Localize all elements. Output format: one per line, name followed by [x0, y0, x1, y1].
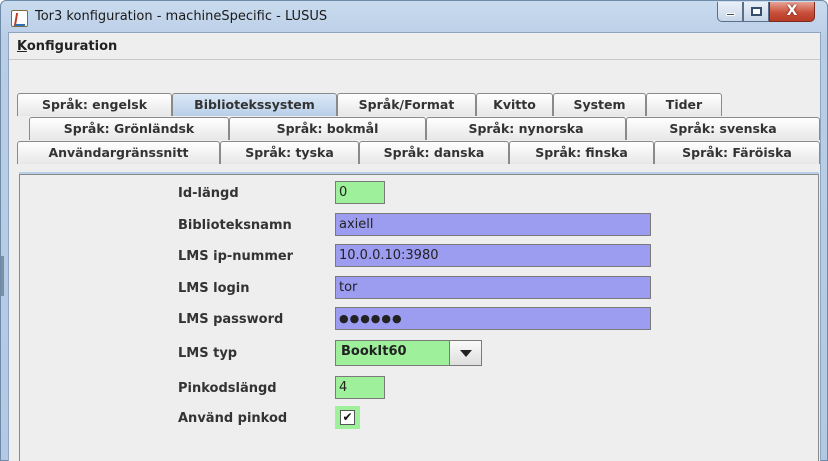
window-controls: X	[717, 2, 815, 23]
maximize-button[interactable]	[743, 2, 769, 22]
use-pin-checkbox-wrap: ✔	[335, 406, 360, 429]
tab-system[interactable]: System	[553, 93, 646, 116]
tab-sprak-format[interactable]: Språk/Format	[337, 93, 476, 116]
menu-bar: Konfiguration	[9, 33, 820, 60]
tab-sprak-tyska[interactable]: Språk: tyska	[220, 141, 359, 164]
lms-type-dropdown-button[interactable]	[449, 341, 481, 365]
java-app-icon	[11, 10, 28, 27]
lms-login-field[interactable]: tor	[335, 276, 651, 299]
tab-sprak-nynorska[interactable]: Språk: nynorska	[426, 117, 626, 140]
tab-sprak-gronlandsk[interactable]: Språk: Grönländsk	[29, 117, 229, 140]
lms-ip-field[interactable]: 10.0.0.10:3980	[335, 244, 651, 267]
tab-bibliotekssystem[interactable]: Bibliotekssystem	[172, 93, 337, 116]
tab-tider[interactable]: Tider	[646, 93, 722, 116]
app-window: Tor3 konfiguration - machineSpecific - L…	[0, 0, 828, 461]
lms-login-label: LMS login	[178, 281, 250, 296]
tab-sprak-bokmal[interactable]: Språk: bokmål	[229, 117, 426, 140]
title-bar[interactable]: Tor3 konfiguration - machineSpecific - L…	[1, 1, 827, 33]
lms-type-value: BookIt60	[341, 344, 407, 359]
id-length-field[interactable]: 0	[335, 181, 385, 204]
minimize-icon	[726, 13, 735, 16]
id-length-label: Id-längd	[178, 186, 239, 201]
menu-mnemonic: K	[17, 39, 27, 54]
tab-sprak-danska[interactable]: Språk: danska	[359, 141, 509, 164]
menu-konfiguration[interactable]: Konfiguration	[17, 39, 117, 54]
minimize-button[interactable]	[717, 2, 743, 22]
lms-type-combobox[interactable]: BookIt60	[335, 340, 482, 366]
chevron-down-icon	[460, 350, 472, 357]
lms-type-label: LMS typ	[178, 346, 238, 361]
resize-edge[interactable]	[1, 256, 4, 296]
pin-length-field[interactable]: 4	[335, 376, 385, 399]
lms-password-field[interactable]: ●●●●●●	[335, 307, 651, 330]
menu-konfiguration-label: onfiguration	[26, 39, 118, 54]
lms-ip-label: LMS ip-nummer	[178, 249, 294, 264]
client-area: Konfiguration Språk: engelsk Bibliotekss…	[8, 32, 821, 461]
close-button[interactable]: X	[769, 2, 815, 22]
lms-password-label: LMS password	[178, 312, 284, 327]
tab-kvitto[interactable]: Kvitto	[476, 93, 553, 116]
tab-sprak-svenska[interactable]: Språk: svenska	[626, 117, 820, 140]
tab-anvandargranssnitt[interactable]: Användargränssnitt	[17, 141, 220, 164]
pin-length-label: Pinkodslängd	[178, 381, 277, 396]
window-title: Tor3 konfiguration - machineSpecific - L…	[35, 9, 328, 24]
use-pin-checkbox[interactable]: ✔	[340, 410, 355, 425]
tab-sprak-engelsk[interactable]: Språk: engelsk	[17, 93, 172, 116]
close-icon: X	[786, 3, 798, 19]
use-pin-label: Använd pinkod	[178, 411, 288, 426]
library-name-field[interactable]: axiell	[335, 213, 651, 236]
maximize-icon	[751, 7, 762, 16]
library-name-label: Biblioteksnamn	[178, 218, 292, 233]
tab-sprak-faroiska[interactable]: Språk: Färöiska	[654, 141, 820, 164]
tab-sprak-finska[interactable]: Språk: finska	[509, 141, 654, 164]
